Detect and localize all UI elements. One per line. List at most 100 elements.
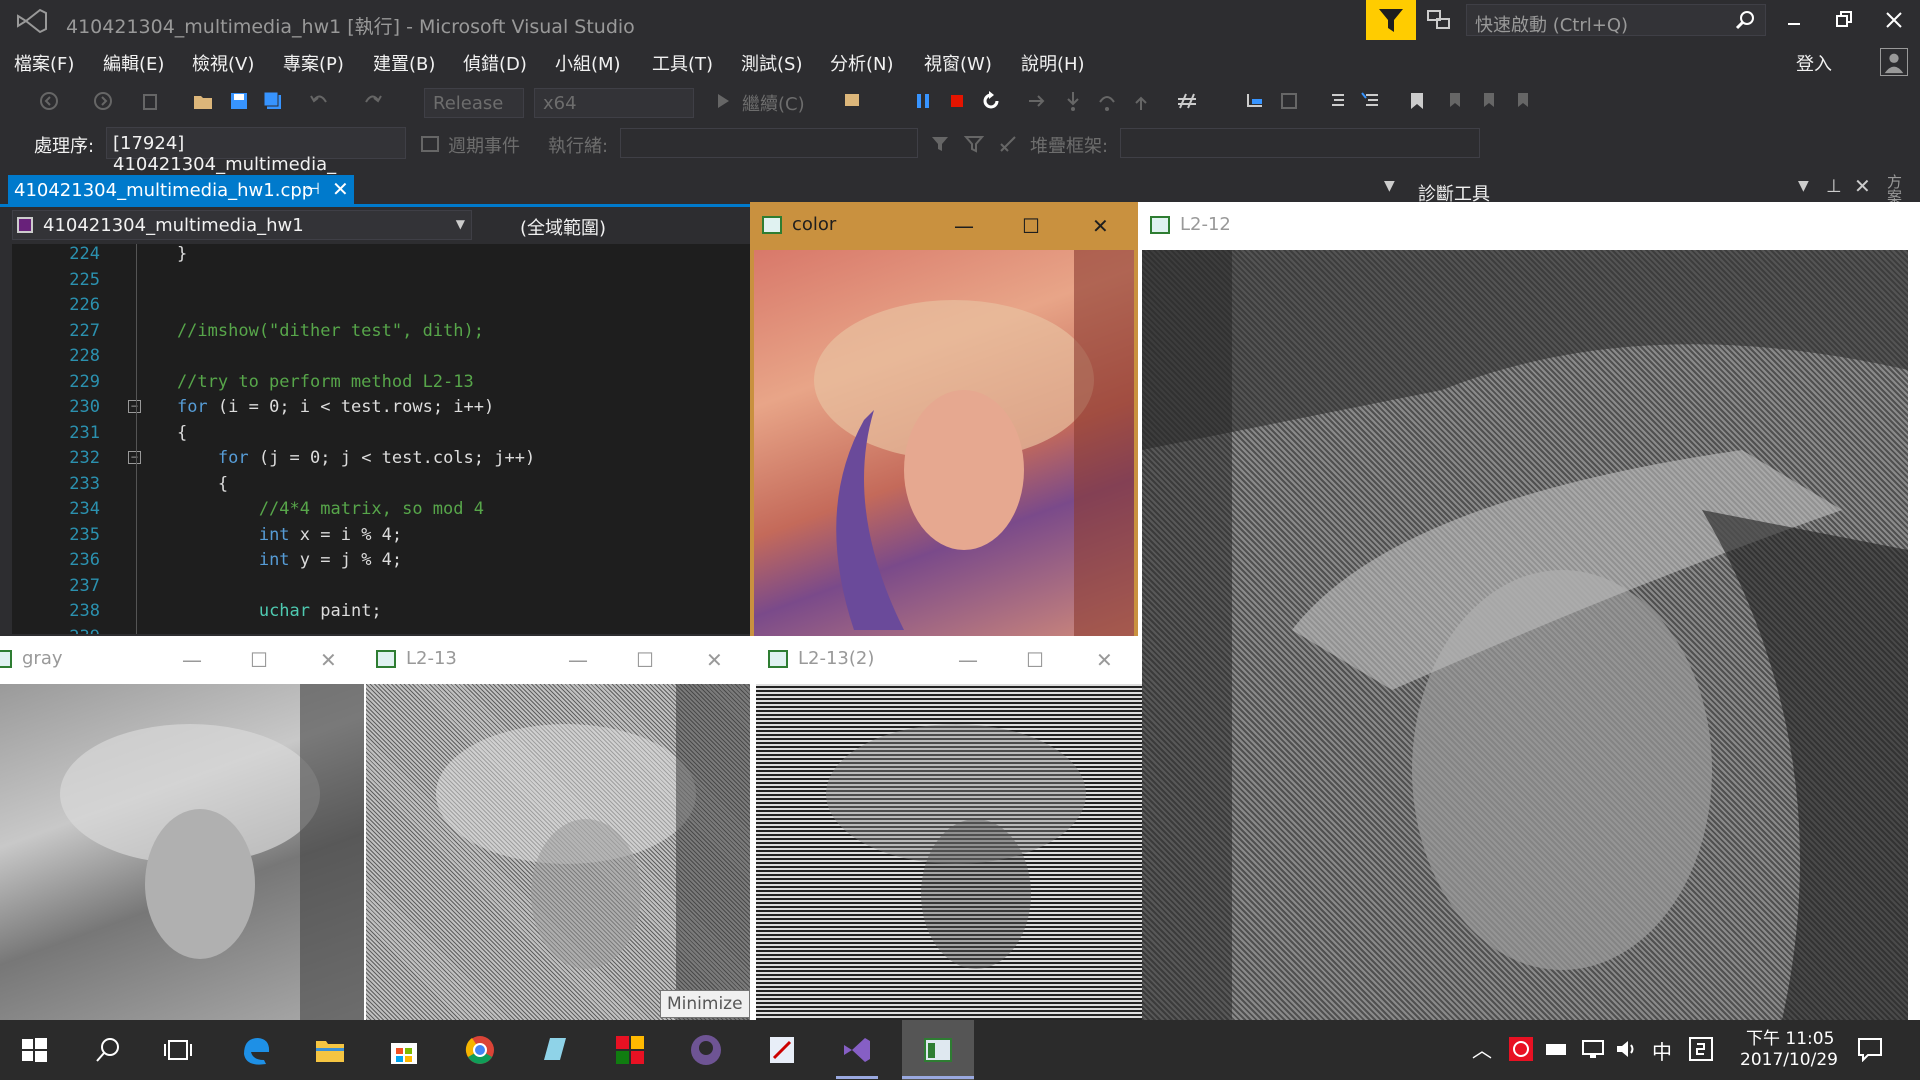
search-icon[interactable] <box>1735 10 1755 30</box>
close-icon[interactable]: ✕ <box>320 648 337 672</box>
auto-hide-pin-icon[interactable]: ⊥ <box>1826 176 1842 197</box>
menu-analyze[interactable]: 分析(N) <box>830 50 894 76</box>
redo-icon[interactable] <box>362 90 384 112</box>
antivirus-tray-icon[interactable] <box>1508 1036 1534 1062</box>
quick-launch-input[interactable]: 快速啟動 (Ctrl+Q) <box>1466 4 1766 36</box>
restore-window-button[interactable] <box>1832 8 1856 32</box>
window-titlebar[interactable]: L2-13 — ☐ ✕ <box>364 636 750 684</box>
tab-410421304-multimedia-hw1-cpp[interactable]: 410421304_multimedia_hw1.cpp ⊣ ✕ <box>8 175 354 206</box>
solution-configuration-select[interactable]: Release <box>424 88 524 118</box>
volume-icon[interactable] <box>1614 1038 1640 1060</box>
lifecycle-events-icon[interactable] <box>420 134 440 154</box>
file-explorer-icon[interactable] <box>312 1032 348 1068</box>
store-icon[interactable] <box>386 1032 422 1068</box>
close-tab-icon[interactable]: ✕ <box>332 177 349 201</box>
show-hidden-icons-chevron-icon[interactable]: ︿ <box>1472 1034 1492 1063</box>
stack-frame-select[interactable] <box>1120 128 1480 158</box>
menu-edit[interactable]: 編輯(E) <box>103 50 164 76</box>
chrome-icon[interactable] <box>462 1032 498 1068</box>
close-panel-icon[interactable]: ✕ <box>1854 174 1871 198</box>
maximize-icon[interactable]: ☐ <box>636 648 654 672</box>
navigate-forward-icon[interactable] <box>92 90 114 112</box>
window-gray[interactable]: gray — ☐ ✕ <box>0 636 364 1020</box>
step-over-icon[interactable] <box>1096 90 1118 112</box>
action-center-notification-icon[interactable] <box>1856 1036 1884 1062</box>
show-next-statement-icon[interactable] <box>1026 90 1048 112</box>
menu-test[interactable]: 測試(S) <box>741 50 802 76</box>
thread-icon[interactable] <box>1244 90 1266 112</box>
menu-build[interactable]: 建置(B) <box>373 50 435 76</box>
filter-threads-icon[interactable] <box>930 134 950 154</box>
opencv-window-icon[interactable] <box>920 1032 956 1068</box>
navigate-back-icon[interactable] <box>38 90 60 112</box>
windows-start-icon[interactable] <box>16 1032 52 1068</box>
thread-select[interactable] <box>620 128 918 158</box>
lifecycle-events-button[interactable]: 週期事件 <box>448 132 520 158</box>
feedback-icon[interactable] <box>1426 8 1452 32</box>
window-titlebar[interactable]: color — ☐ ✕ <box>750 202 1138 250</box>
search-icon[interactable] <box>90 1032 126 1068</box>
close-icon[interactable]: ✕ <box>1096 648 1113 672</box>
restart-icon[interactable] <box>980 90 1002 112</box>
continue-play-icon[interactable] <box>712 90 734 112</box>
open-file-icon[interactable] <box>192 90 214 112</box>
process-icon[interactable] <box>842 90 864 112</box>
project-scope-select[interactable]: 410421304_multimedia_hw1 ▼ <box>12 210 472 240</box>
paint-icon[interactable] <box>764 1032 800 1068</box>
close-icon[interactable]: ✕ <box>1092 214 1109 238</box>
menu-tools[interactable]: 工具(T) <box>652 50 713 76</box>
uncomment-lines-icon[interactable] <box>1360 90 1382 112</box>
flag-threads-icon[interactable] <box>964 134 984 154</box>
save-icon[interactable] <box>228 90 250 112</box>
edge-browser-icon[interactable] <box>238 1032 274 1068</box>
window-l2-13-2[interactable]: L2-13(2) — ☐ ✕ <box>750 636 1142 1020</box>
maximize-icon[interactable]: ☐ <box>1026 648 1044 672</box>
step-out-icon[interactable] <box>1130 90 1152 112</box>
maximize-icon[interactable]: ☐ <box>250 648 268 672</box>
dropdown-arrow-icon[interactable]: ▼ <box>1384 178 1395 194</box>
cad-app-icon[interactable] <box>536 1032 572 1068</box>
stop-debugging-icon[interactable] <box>946 90 968 112</box>
multicolor-app-icon[interactable] <box>612 1032 648 1068</box>
taskbar-clock-time[interactable]: 下午 11:05 <box>1746 1024 1834 1049</box>
menu-team[interactable]: 小組(M) <box>555 50 621 76</box>
menu-debug[interactable]: 偵錯(D) <box>463 50 527 76</box>
bookmark-icon[interactable] <box>1406 90 1428 112</box>
minimize-icon[interactable]: — <box>954 214 974 238</box>
task-view-icon[interactable] <box>160 1032 196 1068</box>
global-scope-select[interactable]: (全域範圍) <box>480 210 750 240</box>
battery-icon[interactable] <box>1544 1038 1570 1060</box>
window-l2-12[interactable]: L2-12 <box>1138 202 1920 1020</box>
previous-bookmark-icon[interactable] <box>1442 90 1464 112</box>
clear-bookmarks-icon[interactable] <box>1510 90 1532 112</box>
window-color[interactable]: color — ☐ ✕ <box>750 202 1138 636</box>
new-project-icon[interactable] <box>140 90 162 112</box>
ime-mode-icon[interactable] <box>1688 1036 1714 1062</box>
continue-button-label[interactable]: 繼續(C) <box>742 90 805 116</box>
hex-display-icon[interactable] <box>1176 90 1198 112</box>
save-all-icon[interactable] <box>262 90 284 112</box>
minimize-window-button[interactable] <box>1782 8 1806 32</box>
process-select[interactable]: [17924] 410421304_multimedia_ <box>106 127 406 175</box>
menu-project[interactable]: 專案(P) <box>283 50 344 76</box>
window-l2-13[interactable]: L2-13 — ☐ ✕ <box>364 636 750 1020</box>
stack-frame-icon[interactable] <box>1278 90 1300 112</box>
window-position-icon[interactable]: ▼ <box>1798 178 1809 194</box>
input-method-indicator[interactable]: 中 <box>1652 1036 1672 1065</box>
menu-view[interactable]: 檢視(V) <box>192 50 254 76</box>
break-all-pause-icon[interactable] <box>912 90 934 112</box>
minimize-icon[interactable]: — <box>182 648 202 672</box>
network-icon[interactable] <box>1580 1038 1606 1060</box>
toggle-external-code-icon[interactable] <box>998 134 1018 154</box>
code-editor[interactable]: 224 225 226 227 228 229 230 231 232 233 … <box>12 244 750 634</box>
menu-window[interactable]: 視窗(W) <box>924 50 992 76</box>
minimize-icon[interactable]: — <box>958 648 978 672</box>
comment-lines-icon[interactable] <box>1326 90 1348 112</box>
pin-tab-icon[interactable]: ⊣ <box>306 179 320 198</box>
undo-icon[interactable] <box>308 90 330 112</box>
close-window-button[interactable] <box>1882 8 1906 32</box>
next-bookmark-icon[interactable] <box>1476 90 1498 112</box>
visual-studio-icon[interactable] <box>838 1032 874 1068</box>
maximize-icon[interactable]: ☐ <box>1022 214 1040 238</box>
minimize-icon[interactable]: — <box>568 648 588 672</box>
